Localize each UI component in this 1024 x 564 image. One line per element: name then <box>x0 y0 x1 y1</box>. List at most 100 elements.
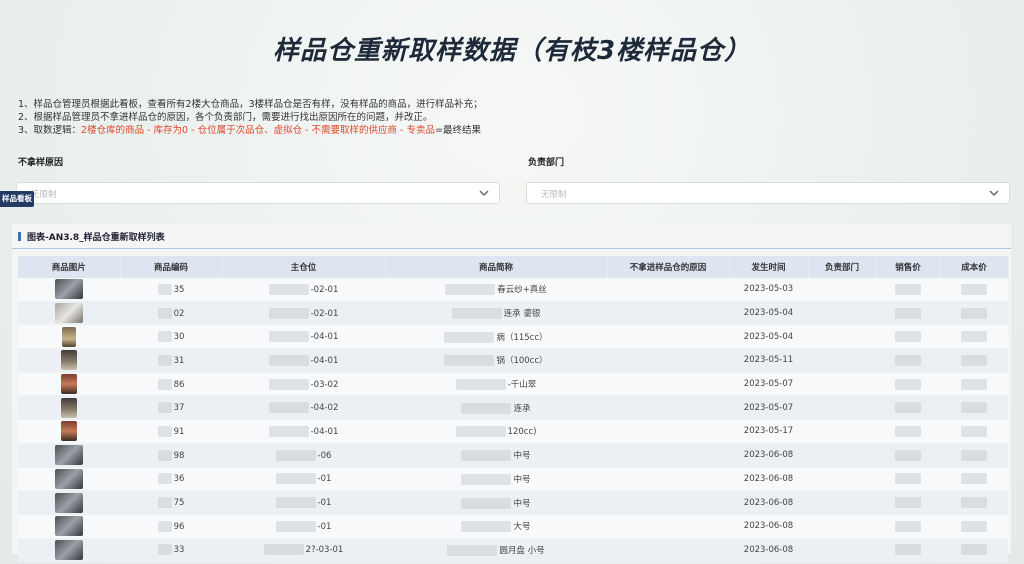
column-header[interactable]: 不拿进样品仓的原因 <box>607 256 730 278</box>
cost-price-cell <box>940 348 1008 373</box>
column-header[interactable]: 商品图片 <box>18 256 121 278</box>
table-row[interactable]: 33 2?-03-01 圆月盘 小号 2023-06-08 <box>18 538 1008 563</box>
sale-price-cell <box>876 514 940 539</box>
product-code-cell: 98 <box>120 443 222 468</box>
table-row[interactable]: 96 -01 大号 2023-06-08 <box>18 514 1008 539</box>
main-location-cell: 2?-03-01 <box>222 538 385 563</box>
main-location-cell: -04-01 <box>222 419 385 444</box>
dept-cell <box>808 301 876 326</box>
table-row[interactable]: 86 -03-02 -千山翠 2023-05-07 <box>18 372 1008 397</box>
product-code-cell: 86 <box>120 372 222 397</box>
redacted-text <box>961 307 987 319</box>
product-image[interactable] <box>55 492 83 513</box>
column-header[interactable]: 商品简称 <box>385 256 608 278</box>
column-header[interactable]: 成本价 <box>940 256 1009 278</box>
cost-price-cell <box>940 538 1008 563</box>
product-code: 30 <box>173 332 185 343</box>
product-name-cell: 中号 <box>385 467 607 492</box>
product-image[interactable] <box>55 539 83 560</box>
table-row[interactable]: 98 -06 中号 2023-06-08 <box>18 443 1008 468</box>
main-location: -03-02 <box>310 379 339 390</box>
redacted-text <box>157 520 172 532</box>
dept-cell <box>808 419 876 444</box>
product-image[interactable] <box>61 350 77 371</box>
column-header[interactable]: 负责部门 <box>808 256 877 278</box>
table-row[interactable]: 02 -02-01 连承 鎏银 2023-05-04 <box>18 301 1008 326</box>
redacted-text <box>275 473 316 485</box>
product-name-cell: 大号 <box>385 514 607 539</box>
table-row[interactable]: 31 -04-01 锅（100cc） 2023-05-11 <box>18 348 1008 373</box>
redacted-text <box>895 307 921 319</box>
product-image[interactable] <box>61 374 77 395</box>
redacted-text <box>961 497 987 509</box>
reason-cell <box>607 372 729 397</box>
sample-table: 商品图片 商品编码 主仓位 商品简称 不拿进样品仓的原因 发生时间 负责部门 销售价 成本价 3… <box>18 256 1009 563</box>
occur-date: 2023-06-08 <box>743 450 794 461</box>
redacted-text <box>895 378 921 390</box>
product-code: 86 <box>173 379 185 390</box>
main-location: -04-02 <box>310 403 339 414</box>
main-location-cell: -01 <box>222 467 385 492</box>
table-row[interactable]: 75 -01 中号 2023-06-08 <box>18 490 1008 515</box>
table-title: 图表-AN3.8_样品仓重新取样列表 <box>18 230 165 243</box>
column-header[interactable]: 发生时间 <box>729 256 809 278</box>
redacted-text <box>961 331 987 343</box>
redacted-text <box>157 473 172 485</box>
product-image[interactable] <box>61 421 77 442</box>
product-name: -千山翠 <box>507 380 537 391</box>
product-code: 75 <box>173 498 185 509</box>
redacted-text <box>157 449 172 461</box>
product-image[interactable] <box>61 397 77 418</box>
product-name: 中号 <box>513 451 531 462</box>
date-cell: 2023-06-08 <box>729 467 808 492</box>
redacted-text <box>961 425 987 437</box>
dept-cell <box>808 372 876 397</box>
table-row[interactable]: 36 -01 中号 2023-06-08 <box>18 467 1008 492</box>
dept-cell <box>808 490 876 515</box>
reason-cell <box>607 419 729 444</box>
reason-filter-label: 不拿样原因 <box>18 158 64 168</box>
column-header[interactable]: 主仓位 <box>222 256 386 278</box>
cost-price-cell <box>940 419 1008 444</box>
redacted-text <box>461 473 512 485</box>
table-row[interactable]: 91 -04-01 120cc) 2023-05-17 <box>18 419 1008 444</box>
dept-filter-select[interactable]: 无限制 <box>526 182 1010 204</box>
product-image[interactable] <box>55 445 83 466</box>
table-row[interactable]: 30 -04-01 病（115cc） 2023-05-04 <box>18 324 1008 350</box>
product-code: 33 <box>173 545 185 556</box>
table-row[interactable]: 35 -02-01 春云纱+真丝 2023-05-03 <box>18 278 1008 302</box>
redacted-text <box>157 497 172 509</box>
redacted-text <box>157 544 172 556</box>
redacted-text <box>268 402 309 414</box>
product-image[interactable] <box>62 326 76 347</box>
date-cell: 2023-06-08 <box>729 490 808 515</box>
description-line-3: 3、取数逻辑：2楼仓库的商品 - 库存为0 - 仓位属于次品仓、虚拟仓 - 不需… <box>18 124 483 137</box>
main-location: 2?-03-01 <box>305 545 344 556</box>
redacted-text <box>455 379 506 391</box>
sample-board-tab[interactable]: 样品看板 <box>0 191 34 207</box>
product-image[interactable] <box>55 279 83 300</box>
main-location-cell: -04-01 <box>222 324 385 350</box>
product-image[interactable] <box>55 516 83 537</box>
reason-filter-select[interactable]: 无限制 <box>16 182 500 204</box>
product-image[interactable] <box>55 468 83 489</box>
product-code-cell: 35 <box>120 278 222 302</box>
redacted-text <box>895 520 921 532</box>
main-location: -06 <box>317 450 332 461</box>
product-name-cell: 病（115cc） <box>385 324 607 350</box>
table-row[interactable]: 37 -04-02 连承 2023-05-07 <box>18 395 1008 421</box>
redacted-text <box>961 544 987 556</box>
redacted-text <box>961 520 987 532</box>
logic-suffix: =最终结果 <box>435 125 481 136</box>
reason-cell <box>607 514 729 539</box>
date-cell: 2023-05-17 <box>729 419 808 444</box>
reason-cell <box>607 278 729 302</box>
column-header[interactable]: 商品编码 <box>120 256 223 278</box>
column-header[interactable]: 销售价 <box>876 256 941 278</box>
product-code: 91 <box>173 426 185 437</box>
sale-price-cell <box>876 324 940 350</box>
product-code: 37 <box>173 403 185 414</box>
product-name: 锅（100cc） <box>496 356 548 367</box>
sale-price-cell <box>876 490 940 515</box>
product-image[interactable] <box>55 303 83 324</box>
